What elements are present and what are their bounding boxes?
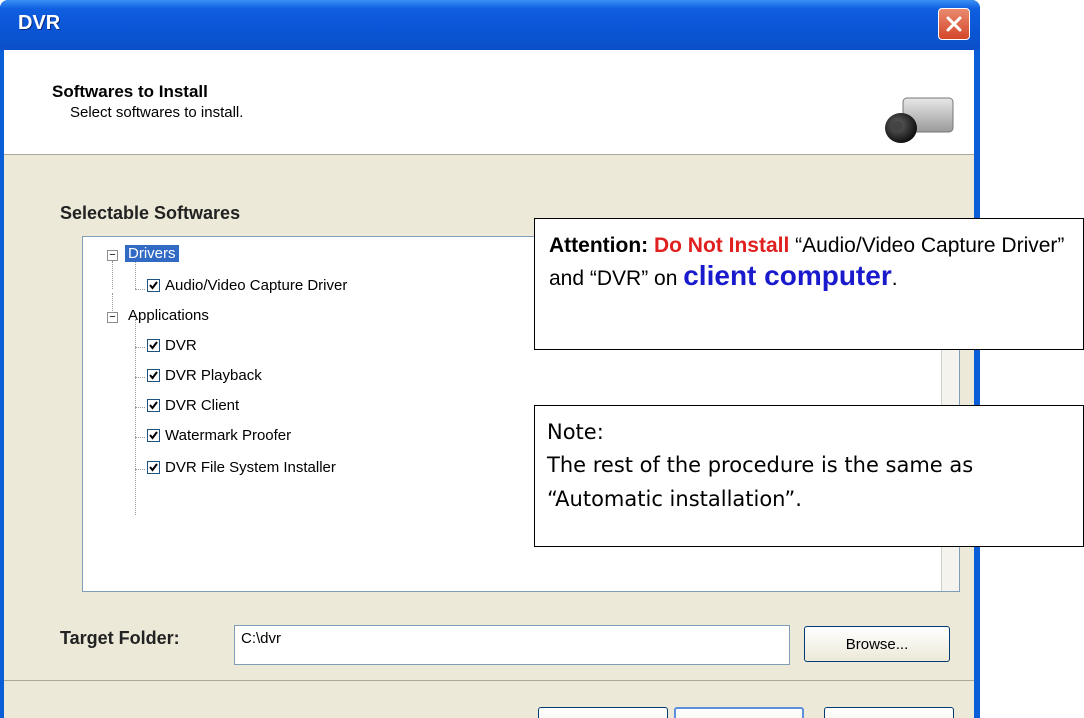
dialog-client-area: Softwares to Install Select softwares to… [4, 50, 974, 718]
attention-label: Attention: [549, 234, 649, 257]
wizard-header: Softwares to Install Select softwares to… [4, 50, 974, 155]
selectable-softwares-title: Selectable Softwares [60, 203, 241, 223]
tree-item-audio-video-capture-driver[interactable]: Audio/Video Capture Driver [147, 277, 347, 294]
applications-expander[interactable]: − [107, 312, 118, 323]
tree-line [135, 377, 145, 378]
attention-text: Attention: Do Not Install “Audio/Video C… [549, 231, 1069, 294]
header-title: Softwares to Install [52, 82, 208, 101]
checkbox[interactable] [147, 279, 160, 292]
checkmark-icon [149, 341, 158, 350]
target-folder-input[interactable]: C:\dvr [234, 625, 790, 665]
do-not-install-text: Do Not Install [653, 234, 790, 257]
checkbox[interactable] [147, 339, 160, 352]
close-icon [946, 16, 962, 32]
item-label: DVR File System Installer [165, 459, 336, 476]
checkbox[interactable] [147, 461, 160, 474]
drivers-label: Drivers [125, 245, 179, 262]
tree-line [135, 289, 145, 290]
tree-line [112, 261, 113, 289]
camera-icon [885, 97, 954, 143]
item-label: DVR [165, 337, 197, 354]
tree-item-dvr[interactable]: DVR [147, 337, 197, 354]
client-computer-text: client computer [683, 260, 892, 291]
tree-node-drivers[interactable]: Drivers [125, 245, 179, 262]
installer-window: DVR Softwares to Install Select software… [0, 0, 980, 718]
checkmark-icon [149, 463, 158, 472]
tree-line [135, 469, 145, 470]
tree-line [135, 347, 145, 348]
checkmark-icon [149, 371, 158, 380]
tree-line [135, 319, 136, 515]
note-body: The rest of the procedure is the same as… [547, 453, 974, 511]
checkmark-icon [149, 401, 158, 410]
note-callout: Note: The rest of the procedure is the s… [534, 405, 1084, 547]
item-label: Audio/Video Capture Driver [165, 277, 348, 294]
tree-item-dvr-file-system-installer[interactable]: DVR File System Installer [147, 459, 336, 476]
checkmark-icon [149, 281, 158, 290]
tree-line [135, 261, 136, 289]
window-title: DVR [18, 12, 61, 34]
checkbox[interactable] [147, 399, 160, 412]
next-button[interactable]: Next > [674, 707, 804, 718]
item-label: Watermark Proofer [165, 427, 292, 444]
close-button[interactable] [938, 8, 970, 40]
tree-line [135, 437, 145, 438]
target-folder-label: Target Folder: [60, 628, 180, 648]
title-bar[interactable]: DVR [0, 0, 980, 50]
browse-button[interactable]: Browse... [804, 626, 950, 662]
tree-item-dvr-client[interactable]: DVR Client [147, 397, 239, 414]
back-button[interactable]: < Back [538, 707, 668, 718]
item-label: DVR Client [165, 397, 240, 414]
attention-end: . [891, 267, 898, 290]
cancel-button[interactable]: Cancel [824, 707, 954, 718]
checkbox[interactable] [147, 369, 160, 382]
drivers-expander[interactable]: − [107, 250, 118, 261]
attention-callout: Attention: Do Not Install “Audio/Video C… [534, 218, 1084, 350]
divider [4, 680, 974, 681]
tree-item-watermark-proofer[interactable]: Watermark Proofer [147, 427, 291, 444]
checkmark-icon [149, 431, 158, 440]
checkbox[interactable] [147, 429, 160, 442]
note-title: Note: [547, 420, 604, 444]
tree-item-dvr-playback[interactable]: DVR Playback [147, 367, 262, 384]
applications-label: Applications [128, 307, 209, 324]
item-label: DVR Playback [165, 367, 262, 384]
tree-node-applications[interactable]: Applications [125, 307, 212, 324]
header-subtitle: Select softwares to install. [70, 104, 244, 121]
tree-line [135, 407, 145, 408]
